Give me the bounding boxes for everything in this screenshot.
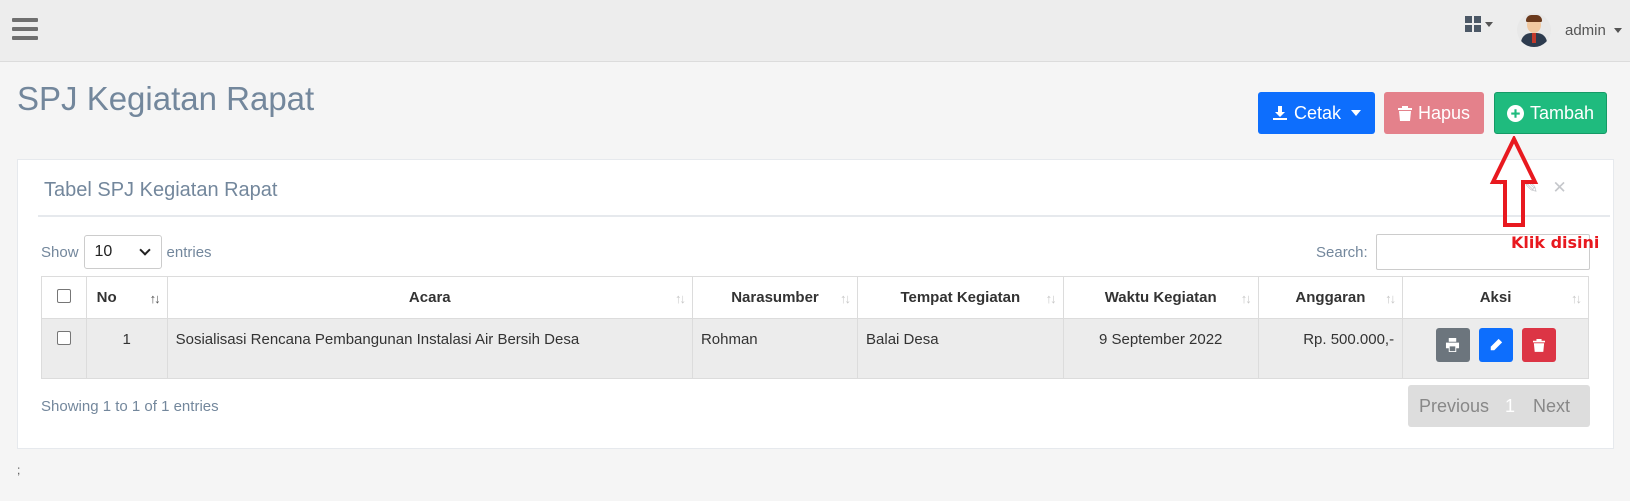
column-header-anggaran[interactable]: Anggaran ↑↓ <box>1257 276 1404 319</box>
select-all-cell <box>41 276 87 319</box>
hapus-button[interactable]: Hapus <box>1384 92 1484 134</box>
divider <box>38 215 1610 217</box>
annotation-label: Klik disini <box>1511 233 1600 252</box>
trash-icon <box>1397 106 1412 121</box>
caret-down-icon <box>1485 21 1493 27</box>
show-label: Show <box>41 243 79 261</box>
hapus-label: Hapus <box>1417 102 1471 123</box>
plus-circle-icon <box>1506 104 1524 122</box>
apps-menu[interactable] <box>1465 16 1493 32</box>
sort-icon: ↑↓ <box>1571 291 1582 306</box>
cell-anggaran: Rp. 500.000,- <box>1257 318 1404 379</box>
user-name: admin <box>1565 21 1606 39</box>
footer-text: ; <box>17 463 21 477</box>
search-label: Search: <box>1316 244 1368 261</box>
caret-down-icon <box>1351 110 1362 116</box>
close-icon[interactable]: ✕ <box>1553 178 1567 198</box>
next-button[interactable]: Next <box>1533 396 1570 417</box>
pencil-icon <box>1490 338 1502 351</box>
entries-label: entries <box>166 243 212 261</box>
sort-icon: ↑↓ <box>1045 291 1057 306</box>
cetak-label: Cetak <box>1293 102 1342 123</box>
row-checkbox[interactable] <box>56 331 71 345</box>
user-menu[interactable]: admin <box>1517 13 1622 47</box>
cell-no: 1 <box>85 318 168 379</box>
cell-tempat: Balai Desa <box>857 318 1064 379</box>
spj-table: No ↑↓ Acara ↑↓ Narasumber ↑↓ Tempat Kegiata… <box>41 276 1589 379</box>
pagination: Previous 1 Next <box>1408 385 1590 427</box>
column-header-acara[interactable]: Acara ↑↓ <box>166 276 693 319</box>
print-icon <box>1446 338 1460 352</box>
delete-button[interactable] <box>1521 328 1556 362</box>
chevron-down-icon <box>138 244 151 256</box>
column-header-aksi[interactable]: Aksi ↑↓ <box>1402 276 1589 319</box>
tambah-label: Tambah <box>1529 102 1595 123</box>
table-header-row: No ↑↓ Acara ↑↓ Narasumber ↑↓ Tempat Kegiata… <box>41 276 1589 319</box>
sort-icon: ↑↓ <box>1240 291 1252 306</box>
column-header-no[interactable]: No ↑↓ <box>85 276 168 319</box>
entries-select[interactable]: 10 <box>83 235 162 269</box>
column-header-waktu[interactable]: Waktu Kegiatan ↑↓ <box>1062 276 1259 319</box>
panel-title: Tabel SPJ Kegiatan Rapat <box>44 179 278 201</box>
table-panel: Tabel SPJ Kegiatan Rapat ⌃ ✎ ✕ Show 10 e… <box>17 159 1614 449</box>
trash-icon <box>1532 339 1545 352</box>
arrow-up-icon <box>1489 136 1539 227</box>
sort-icon: ↑↓ <box>1385 291 1396 306</box>
entries-value: 10 <box>94 243 113 260</box>
cetak-button[interactable]: Cetak <box>1258 92 1375 134</box>
column-header-tempat[interactable]: Tempat Kegiatan ↑↓ <box>857 276 1064 319</box>
cell-waktu: 9 September 2022 <box>1062 318 1259 379</box>
previous-button[interactable]: Previous <box>1419 396 1489 417</box>
table-info: Showing 1 to 1 of 1 entries <box>41 398 219 415</box>
top-navbar: admin <box>0 0 1630 62</box>
row-checkbox-cell <box>41 318 87 379</box>
edit-button[interactable] <box>1478 328 1513 362</box>
column-header-narasumber[interactable]: Narasumber ↑↓ <box>691 276 859 319</box>
cell-narasumber: Rohman <box>691 318 859 379</box>
sort-icon: ↑↓ <box>149 291 161 306</box>
page-1-button[interactable]: 1 <box>1505 396 1515 417</box>
download-icon <box>1272 106 1287 120</box>
cell-acara: Sosialisasi Rencana Pembangunan Instalas… <box>166 318 693 379</box>
select-all-checkbox[interactable] <box>56 288 71 303</box>
menu-toggle-icon[interactable] <box>12 18 38 40</box>
avatar <box>1517 13 1551 47</box>
sort-icon: ↑↓ <box>840 291 851 306</box>
cell-aksi <box>1402 318 1589 379</box>
sort-icon: ↑↓ <box>674 291 686 306</box>
table-row: 1 Sosialisasi Rencana Pembangunan Instal… <box>41 318 1589 379</box>
grid-icon <box>1465 16 1481 32</box>
caret-down-icon <box>1613 27 1622 33</box>
print-button[interactable] <box>1435 328 1470 362</box>
tambah-button[interactable]: Tambah <box>1494 92 1607 134</box>
entries-length: Show 10 entries <box>41 235 212 269</box>
page-title: SPJ Kegiatan Rapat <box>17 80 315 117</box>
